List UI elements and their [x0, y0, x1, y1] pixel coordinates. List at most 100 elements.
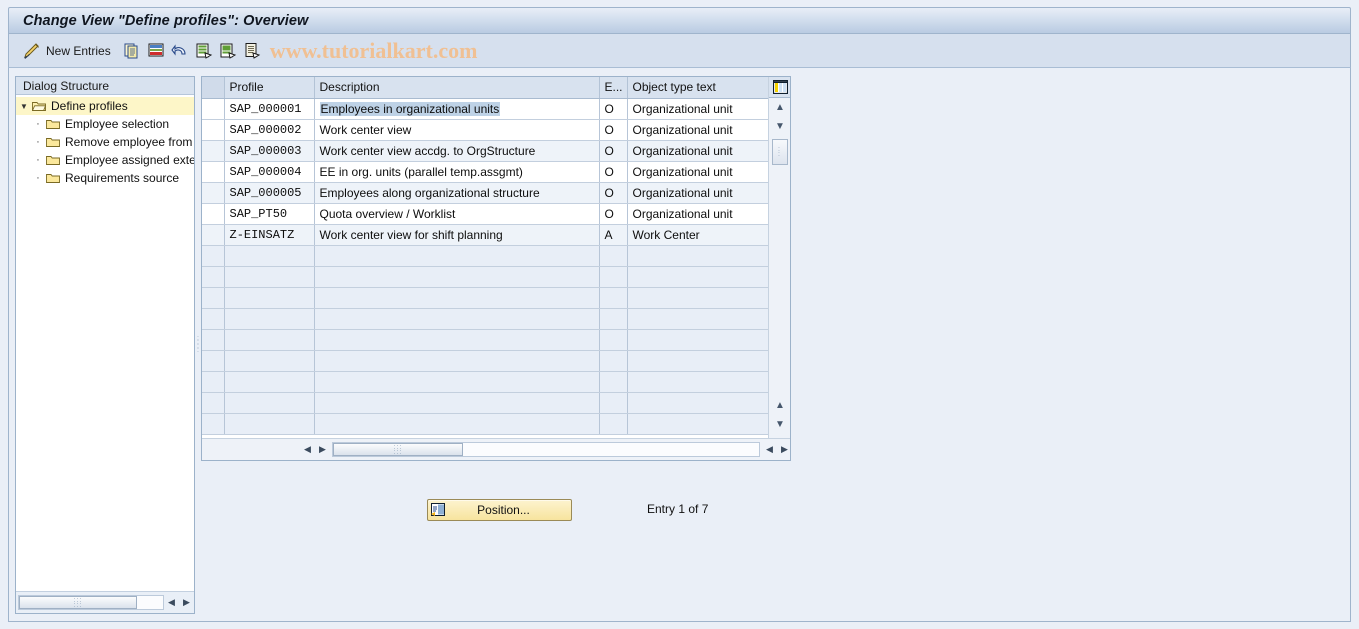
cell-description[interactable]: [314, 308, 600, 330]
scroll-right-icon[interactable]: ▶: [315, 442, 330, 457]
cell-e[interactable]: [599, 245, 628, 267]
scroll-left-icon[interactable]: ◀: [300, 442, 315, 457]
cell-e[interactable]: O: [599, 119, 628, 141]
cell-e[interactable]: [599, 308, 628, 330]
cell-e[interactable]: O: [599, 182, 628, 204]
table-row[interactable]: SAP_PT50 Quota overview / Worklist O Org…: [202, 203, 769, 225]
cell-e[interactable]: O: [599, 140, 628, 162]
sidebar-item-define-profiles[interactable]: ▼ Define profiles: [16, 97, 194, 115]
cell-e[interactable]: [599, 287, 628, 309]
row-selector[interactable]: [202, 329, 225, 351]
cell-profile[interactable]: Z-EINSATZ: [224, 224, 315, 246]
scroll-left-end-icon[interactable]: ◀: [762, 442, 777, 457]
cell-description[interactable]: EE in org. units (parallel temp.assgmt): [314, 161, 600, 183]
table-row[interactable]: SAP_000001 Employees in organizational u…: [202, 98, 769, 120]
table-row[interactable]: SAP_000004 EE in org. units (parallel te…: [202, 161, 769, 183]
cell-e[interactable]: O: [599, 161, 628, 183]
scrollbar-track[interactable]: ::::::: [18, 595, 164, 610]
row-selector[interactable]: [202, 350, 225, 372]
position-button[interactable]: Position...: [427, 499, 572, 521]
cell-description[interactable]: Employees along organizational structure: [314, 182, 600, 204]
table-row[interactable]: Z-EINSATZ Work center view for shift pla…: [202, 224, 769, 246]
cell-profile[interactable]: SAP_000002: [224, 119, 315, 141]
table-row-empty[interactable]: [202, 266, 769, 288]
table-vertical-scrollbar[interactable]: ▲ ▼ :: ▲ ▼: [768, 77, 790, 460]
scroll-left-icon[interactable]: ◀: [164, 595, 179, 610]
scrollbar-thumb[interactable]: ::::::: [333, 443, 463, 456]
cell-description[interactable]: [314, 266, 600, 288]
sidebar-item-remove-employee[interactable]: · Remove employee from selection: [16, 133, 194, 151]
cell-e[interactable]: [599, 413, 628, 435]
delete-row-button[interactable]: [144, 38, 168, 64]
cell-profile[interactable]: [224, 392, 315, 414]
row-selector[interactable]: [202, 371, 225, 393]
cell-description[interactable]: [314, 245, 600, 267]
table-row-empty[interactable]: [202, 413, 769, 435]
cell-e[interactable]: [599, 392, 628, 414]
cell-description[interactable]: Employees in organizational units: [314, 98, 600, 120]
cell-profile[interactable]: SAP_PT50: [224, 203, 315, 225]
cell-profile[interactable]: [224, 308, 315, 330]
table-row-empty[interactable]: [202, 329, 769, 351]
table-row-empty[interactable]: [202, 245, 769, 267]
cell-e[interactable]: [599, 350, 628, 372]
copy-button[interactable]: [120, 38, 144, 64]
table-row[interactable]: SAP_000002 Work center view O Organizati…: [202, 119, 769, 141]
column-header-description[interactable]: Description: [314, 77, 600, 99]
row-selector[interactable]: [202, 308, 225, 330]
sidebar-item-employee-assigned-externally[interactable]: · Employee assigned externally: [16, 151, 194, 169]
details-button[interactable]: [240, 38, 264, 64]
cell-e[interactable]: O: [599, 203, 628, 225]
cell-description[interactable]: [314, 329, 600, 351]
cell-description[interactable]: [314, 287, 600, 309]
cell-description[interactable]: Work center view: [314, 119, 600, 141]
sidebar-item-requirements-source[interactable]: · Requirements source: [16, 169, 194, 187]
chevron-down-icon[interactable]: ▼: [16, 102, 32, 111]
select-all-button[interactable]: [192, 38, 216, 64]
cell-profile[interactable]: SAP_000005: [224, 182, 315, 204]
cell-e[interactable]: A: [599, 224, 628, 246]
select-all-column-header[interactable]: [202, 77, 225, 99]
sidebar-horizontal-scrollbar[interactable]: :::::: ◀ ▶: [16, 591, 194, 613]
table-row[interactable]: SAP_000005 Employees along organizationa…: [202, 182, 769, 204]
sidebar-item-employee-selection[interactable]: · Employee selection: [16, 115, 194, 133]
table-horizontal-scrollbar[interactable]: ◀ ▶ :::::: ◀ ▶: [202, 438, 790, 460]
cell-description[interactable]: Work center view accdg. to OrgStructure: [314, 140, 600, 162]
table-row-empty[interactable]: [202, 308, 769, 330]
cell-profile[interactable]: [224, 287, 315, 309]
row-selector[interactable]: [202, 224, 225, 246]
cell-description[interactable]: [314, 392, 600, 414]
table-row-empty[interactable]: [202, 392, 769, 414]
cell-description[interactable]: [314, 371, 600, 393]
row-selector[interactable]: [202, 140, 225, 162]
table-row-empty[interactable]: [202, 371, 769, 393]
scrollbar-thumb[interactable]: ::::::: [19, 596, 137, 609]
cell-profile[interactable]: [224, 329, 315, 351]
scroll-down-icon[interactable]: ▼: [769, 117, 790, 136]
row-selector[interactable]: [202, 182, 225, 204]
cell-profile[interactable]: SAP_000001: [224, 98, 315, 120]
cell-profile[interactable]: SAP_000003: [224, 140, 315, 162]
scroll-down-bottom-icon[interactable]: ▼: [769, 415, 790, 434]
deselect-all-button[interactable]: [216, 38, 240, 64]
cell-profile[interactable]: [224, 371, 315, 393]
column-header-e[interactable]: E...: [599, 77, 628, 99]
row-selector[interactable]: [202, 245, 225, 267]
row-selector[interactable]: [202, 119, 225, 141]
cell-profile[interactable]: [224, 266, 315, 288]
row-selector[interactable]: [202, 287, 225, 309]
cell-e[interactable]: [599, 266, 628, 288]
cell-e[interactable]: [599, 371, 628, 393]
cell-e[interactable]: [599, 329, 628, 351]
cell-profile[interactable]: [224, 413, 315, 435]
row-selector[interactable]: [202, 98, 225, 120]
new-entries-button[interactable]: New Entries: [19, 38, 120, 64]
column-header-profile[interactable]: Profile: [224, 77, 315, 99]
undo-button[interactable]: [168, 38, 192, 64]
cell-e[interactable]: O: [599, 98, 628, 120]
row-selector[interactable]: [202, 161, 225, 183]
table-settings-icon[interactable]: [769, 77, 790, 98]
scroll-right-end-icon[interactable]: ▶: [777, 442, 790, 457]
scrollbar-track[interactable]: ::::::: [332, 442, 760, 457]
row-selector[interactable]: [202, 413, 225, 435]
